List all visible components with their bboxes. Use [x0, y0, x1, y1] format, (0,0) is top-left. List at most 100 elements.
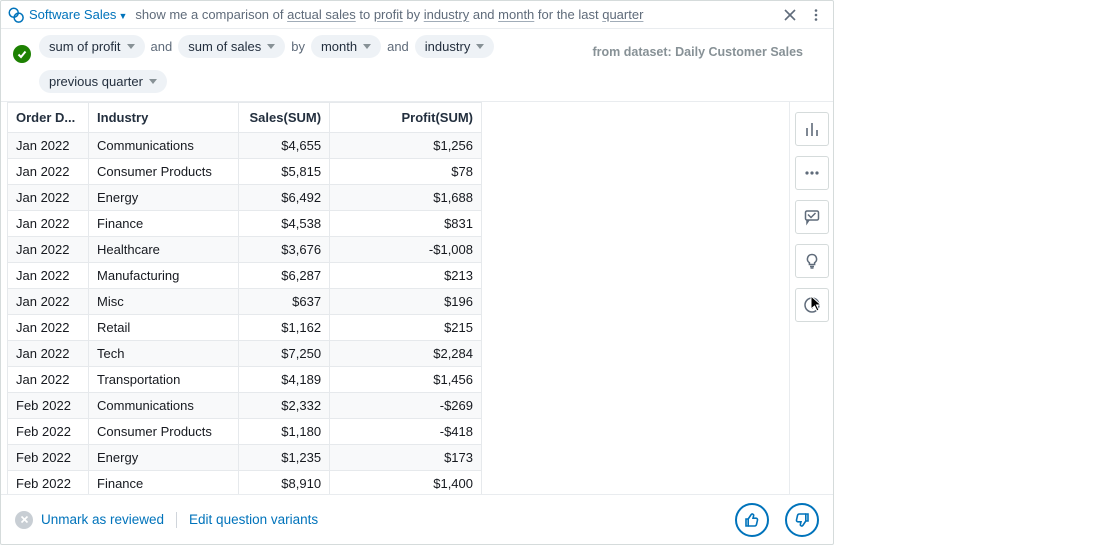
dismiss-review-button[interactable]: [15, 511, 33, 529]
result-table: Order D... Industry Sales(SUM) Profit(SU…: [7, 102, 482, 494]
cell-order-date: Jan 2022: [8, 211, 89, 237]
table-row[interactable]: Jan 2022Manufacturing$6,287$213: [8, 263, 482, 289]
cell-order-date: Jan 2022: [8, 263, 89, 289]
cell-order-date: Jan 2022: [8, 289, 89, 315]
cell-industry: Healthcare: [89, 237, 239, 263]
unmark-reviewed-link[interactable]: Unmark as reviewed: [41, 512, 164, 527]
cell-profit: $2,284: [330, 341, 482, 367]
col-sales-sum[interactable]: Sales(SUM): [238, 103, 329, 133]
thumbs-up-button[interactable]: [735, 503, 769, 537]
result-table-scroll[interactable]: Order D... Industry Sales(SUM) Profit(SU…: [7, 102, 483, 494]
table-row[interactable]: Jan 2022Communications$4,655$1,256: [8, 133, 482, 159]
cell-order-date: Feb 2022: [8, 471, 89, 495]
cell-profit: $196: [330, 289, 482, 315]
thumbs-down-button[interactable]: [785, 503, 819, 537]
q-search-icon: [7, 6, 25, 24]
table-row[interactable]: Jan 2022Transportation$4,189$1,456: [8, 367, 482, 393]
cell-sales: $6,492: [238, 185, 329, 211]
caret-down-icon: ▼: [118, 11, 127, 21]
cell-industry: Communications: [89, 133, 239, 159]
pill-industry[interactable]: industry: [415, 35, 495, 58]
insights-button[interactable]: [795, 244, 829, 278]
cell-industry: Transportation: [89, 367, 239, 393]
more-actions-button[interactable]: [795, 156, 829, 190]
cell-industry: Energy: [89, 185, 239, 211]
table-row[interactable]: Feb 2022Finance$8,910$1,400: [8, 471, 482, 495]
cell-profit: $1,456: [330, 367, 482, 393]
cell-order-date: Jan 2022: [8, 133, 89, 159]
chevron-down-icon: [127, 44, 135, 49]
result-blank-area: [483, 102, 789, 494]
table-row[interactable]: Jan 2022Misc$637$196: [8, 289, 482, 315]
cell-industry: Consumer Products: [89, 419, 239, 445]
pill-month[interactable]: month: [311, 35, 381, 58]
cell-profit: $1,400: [330, 471, 482, 495]
cell-sales: $4,655: [238, 133, 329, 159]
chevron-down-icon: [476, 44, 484, 49]
cell-industry: Tech: [89, 341, 239, 367]
cell-profit: $215: [330, 315, 482, 341]
cell-sales: $7,250: [238, 341, 329, 367]
table-row[interactable]: Jan 2022Energy$6,492$1,688: [8, 185, 482, 211]
cell-profit: $173: [330, 445, 482, 471]
table-row[interactable]: Feb 2022Communications$2,332-$269: [8, 393, 482, 419]
review-footer: Unmark as reviewed Edit question variant…: [1, 494, 833, 544]
table-row[interactable]: Jan 2022Finance$4,538$831: [8, 211, 482, 237]
cell-sales: $4,538: [238, 211, 329, 237]
topic-name: Software Sales: [29, 7, 116, 22]
cell-industry: Retail: [89, 315, 239, 341]
cell-sales: $5,815: [238, 159, 329, 185]
interpretation-pills: sum of profit and sum of sales by month …: [39, 35, 634, 93]
cell-profit: $1,688: [330, 185, 482, 211]
cell-sales: $2,332: [238, 393, 329, 419]
nl-query[interactable]: show me a comparison of actual sales to …: [131, 7, 775, 22]
cell-profit: -$1,008: [330, 237, 482, 263]
chevron-down-icon: [149, 79, 157, 84]
pill-sum-of-profit[interactable]: sum of profit: [39, 35, 145, 58]
cell-sales: $1,235: [238, 445, 329, 471]
cell-profit: $78: [330, 159, 482, 185]
cell-order-date: Feb 2022: [8, 419, 89, 445]
table-header-row: Order D... Industry Sales(SUM) Profit(SU…: [8, 103, 482, 133]
col-industry[interactable]: Industry: [89, 103, 239, 133]
cell-sales: $3,676: [238, 237, 329, 263]
cell-profit: $213: [330, 263, 482, 289]
pill-previous-quarter[interactable]: previous quarter: [39, 70, 167, 93]
interpretation-bar: sum of profit and sum of sales by month …: [1, 29, 833, 102]
cell-industry: Finance: [89, 211, 239, 237]
table-row[interactable]: Jan 2022Retail$1,162$215: [8, 315, 482, 341]
cell-sales: $8,910: [238, 471, 329, 495]
table-row[interactable]: Jan 2022Tech$7,250$2,284: [8, 341, 482, 367]
cell-industry: Misc: [89, 289, 239, 315]
table-row[interactable]: Feb 2022Consumer Products$1,180-$418: [8, 419, 482, 445]
cell-sales: $637: [238, 289, 329, 315]
query-bar: Software Sales ▼ show me a comparison of…: [1, 1, 833, 29]
cell-industry: Manufacturing: [89, 263, 239, 289]
cell-industry: Finance: [89, 471, 239, 495]
info-button[interactable]: [795, 288, 829, 322]
table-row[interactable]: Jan 2022Healthcare$3,676-$1,008: [8, 237, 482, 263]
change-visual-button[interactable]: [795, 112, 829, 146]
conj-and-0: and: [151, 39, 173, 54]
topic-selector[interactable]: Software Sales ▼: [29, 7, 127, 22]
cell-profit: -$269: [330, 393, 482, 419]
cell-sales: $1,180: [238, 419, 329, 445]
col-profit-sum[interactable]: Profit(SUM): [330, 103, 482, 133]
edit-variants-link[interactable]: Edit question variants: [189, 512, 318, 527]
table-row[interactable]: Feb 2022Energy$1,235$173: [8, 445, 482, 471]
conj-and-1: and: [387, 39, 409, 54]
conj-by: by: [291, 39, 305, 54]
cell-order-date: Jan 2022: [8, 367, 89, 393]
verified-check-icon: [13, 45, 31, 63]
clear-query-button[interactable]: [779, 4, 801, 26]
cell-sales: $6,287: [238, 263, 329, 289]
table-row[interactable]: Jan 2022Consumer Products$5,815$78: [8, 159, 482, 185]
send-feedback-button[interactable]: [795, 200, 829, 234]
col-order-date[interactable]: Order D...: [8, 103, 89, 133]
footer-separator: [176, 512, 177, 528]
query-menu-button[interactable]: [805, 4, 827, 26]
cell-order-date: Jan 2022: [8, 237, 89, 263]
chevron-down-icon: [363, 44, 371, 49]
pill-sum-of-sales[interactable]: sum of sales: [178, 35, 285, 58]
cell-industry: Consumer Products: [89, 159, 239, 185]
